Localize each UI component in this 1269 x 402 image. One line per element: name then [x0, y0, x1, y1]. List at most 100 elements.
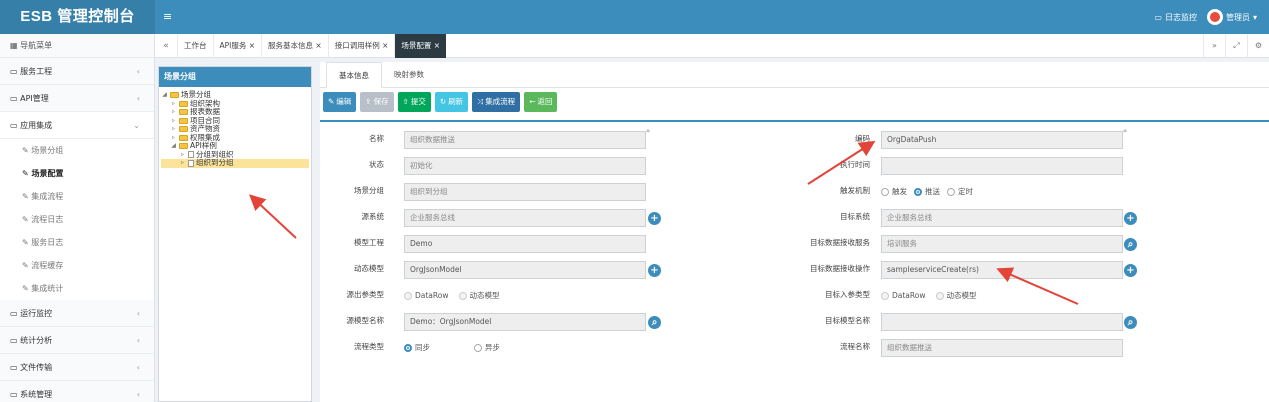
sidebar-sub-flow-cache[interactable]: ✎ 流程缓存 [0, 254, 154, 277]
sidebar-item-system[interactable]: ▭ 系统管理 ‹ [0, 381, 154, 402]
sidebar-item-service-project[interactable]: ▭ 服务工程 ‹ [0, 58, 154, 85]
tree-node-label: 组织到分组 [196, 158, 234, 167]
target-op-field[interactable]: sampleserviceCreate(rs) [881, 261, 1123, 279]
dynamic-model-label: 动态模型 [354, 264, 384, 273]
tree-node[interactable]: ▹ 组织架构 [161, 99, 309, 109]
sidebar-sub-integration-flow[interactable]: ✎ 集成流程 [0, 185, 154, 208]
gear-icon[interactable]: ⚙ [1247, 34, 1269, 58]
tab-api-service[interactable]: API服务 × [212, 33, 262, 58]
search-icon[interactable]: ⌕ [648, 316, 661, 329]
chevron-left-icon: ‹ [136, 390, 140, 399]
flow-name-field[interactable]: 组织数据推送 [881, 339, 1123, 357]
back-button[interactable]: ← 返回 [524, 92, 558, 112]
sidebar-sub-scene-config[interactable]: ✎ 场景配置 [0, 162, 154, 185]
folder-icon: ▭ [10, 390, 18, 399]
log-monitor-link[interactable]: ▭ 日志监控 [1154, 12, 1197, 23]
target-model-field[interactable] [881, 313, 1123, 331]
radio-label: 动态模型 [946, 291, 977, 300]
radio-push[interactable]: 推送 [914, 183, 940, 201]
dynamic-model-field[interactable]: OrgJsonModel [404, 261, 646, 279]
add-source-icon[interactable]: + [648, 212, 661, 225]
fullscreen-icon[interactable]: ⤢ [1225, 34, 1247, 58]
trigger-label: 触发机制 [840, 186, 870, 195]
tab-scroll-right-icon[interactable]: » [1203, 34, 1225, 58]
radio-dynamic-model[interactable]: 动态模型 [458, 287, 500, 305]
save-button-label: 保存 [373, 97, 389, 106]
sidebar-item-api[interactable]: ▭ API管理 ‹ [0, 85, 154, 112]
sidebar-item-statistics[interactable]: ▭ 统计分析 ‹ [0, 327, 154, 354]
target-system-field[interactable]: 企业服务总线 [881, 209, 1123, 227]
edit-button[interactable]: ✎ 编辑 [323, 92, 357, 112]
sidebar-sub-service-log[interactable]: ✎ 服务日志 [0, 231, 154, 254]
tree-node[interactable]: ▹ 报表数据 [161, 107, 309, 117]
target-service-label: 目标数据接收服务 [810, 238, 870, 247]
sidebar-item-app-integration[interactable]: ▭ 应用集成 ⌄ [0, 112, 154, 139]
add-op-icon[interactable]: + [1124, 264, 1137, 277]
log-monitor-label: 日志监控 [1164, 12, 1197, 22]
source-model-name-field[interactable]: Demo：OrgJsonModel [404, 313, 646, 331]
folder-icon [179, 117, 188, 124]
grid-icon: ▦ [10, 41, 18, 50]
search-icon[interactable]: ⌕ [1124, 238, 1137, 251]
app-title[interactable]: ESB 管理控制台 [0, 0, 155, 34]
tree-node-selected[interactable]: ▹ 组织到分组 [161, 158, 309, 168]
refresh-button[interactable]: ↻ 刷新 [434, 92, 469, 112]
radio-datarow[interactable]: DataRow [881, 287, 926, 305]
add-model-icon[interactable]: + [648, 264, 661, 277]
tab-scroll-left-icon[interactable]: « [155, 41, 177, 51]
sidebar-item-file-transfer[interactable]: ▭ 文件传输 ‹ [0, 354, 154, 381]
radio-label: 动态模型 [469, 291, 500, 300]
top-header: ESB 管理控制台 ≡ ▭ 日志监控 管理员 ▾ [0, 0, 1269, 34]
model-project-label: 模型工程 [354, 238, 384, 247]
status-field[interactable]: 初始化 [404, 157, 646, 175]
radio-trigger[interactable]: 触发 [881, 183, 907, 201]
back-button-label: 返回 [537, 97, 553, 106]
menu-toggle-icon[interactable]: ≡ [163, 10, 172, 23]
radio-sync[interactable]: 同步 [404, 339, 430, 357]
tab-basic-info[interactable]: 基本信息 [326, 62, 382, 88]
radio-datarow[interactable]: DataRow [404, 287, 449, 305]
source-model-name-label: 源模型名称 [346, 316, 385, 325]
tree-node[interactable]: ◢ API样例 [161, 141, 309, 151]
submit-button[interactable]: ⇧ 提交 [397, 92, 431, 112]
integration-flow-button[interactable]: ⤨ 集成流程 [472, 92, 521, 112]
sidebar-item-run-monitor[interactable]: ▭ 运行监控 ‹ [0, 300, 154, 327]
name-label: 名称 [369, 134, 384, 143]
target-service-field[interactable]: 培训服务 [881, 235, 1123, 253]
tab-mapping-params[interactable]: 映射参数 [382, 62, 436, 87]
scene-group-field[interactable]: 组织到分组 [404, 183, 646, 201]
exec-time-field[interactable] [881, 157, 1123, 175]
radio-timer[interactable]: 定时 [947, 183, 973, 201]
scene-group-tree-panel: 场景分组 ◢ 场景分组 ▹ 组织架构 ▹ 报表数据 ▹ 项目合同 ▹ 资产物资 ▹ 权限集成… [158, 66, 312, 402]
flow-type-label: 流程类型 [354, 342, 384, 351]
tab-scene-config[interactable]: 场景配置 × [394, 33, 447, 58]
tree-node[interactable]: ▹ 分组到组织 [161, 150, 309, 160]
chevron-left-icon: ‹ [136, 94, 140, 103]
model-project-field[interactable]: Demo [404, 235, 646, 253]
tree-node-root[interactable]: ◢ 场景分组 [161, 90, 309, 100]
tab-service-info[interactable]: 服务基本信息 × [261, 33, 328, 58]
save-button[interactable]: ⇪ 保存 [360, 92, 394, 112]
refresh-icon: ↻ [439, 97, 447, 106]
search-icon[interactable]: ⌕ [1124, 316, 1137, 329]
sidebar-item-label: 服务工程 [20, 67, 53, 76]
sidebar-sub-integration-stats[interactable]: ✎ 集成统计 [0, 277, 154, 300]
tree-node[interactable]: ▹ 项目合同 [161, 116, 309, 126]
user-menu[interactable]: 管理员 ▾ [1206, 9, 1257, 25]
source-system-field[interactable]: 企业服务总线 [404, 209, 646, 227]
upload-icon: ⇪ [365, 97, 372, 106]
tree-node[interactable]: ▹ 权限集成 [161, 133, 309, 143]
tab-interface-sample[interactable]: 接口调用样例 × [327, 33, 395, 58]
sidebar-sub-flow-log[interactable]: ✎ 流程日志 [0, 208, 154, 231]
name-field[interactable]: 组织数据推送 [404, 131, 646, 149]
add-target-icon[interactable]: + [1124, 212, 1137, 225]
radio-dynamic-model[interactable]: 动态模型 [935, 287, 977, 305]
code-field[interactable]: OrgDataPush [881, 131, 1123, 149]
sidebar-header: ▦ 导航菜单 [0, 34, 154, 58]
sidebar-item-label: 运行监控 [20, 309, 53, 318]
sidebar-sub-scene-group[interactable]: ✎ 场景分组 [0, 139, 154, 162]
folder-open-icon [179, 143, 188, 150]
tree-node[interactable]: ▹ 资产物资 [161, 124, 309, 134]
tab-workbench[interactable]: 工作台 [177, 33, 213, 58]
radio-async[interactable]: 异步 [474, 339, 500, 357]
